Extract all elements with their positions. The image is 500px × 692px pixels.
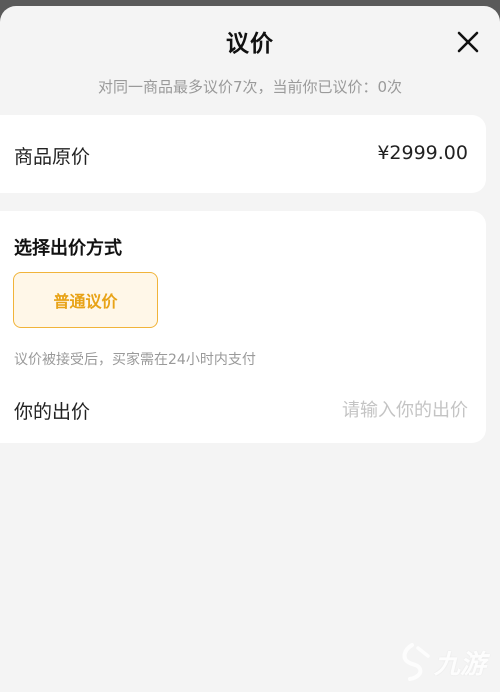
original-price-card: 商品原价 ¥2999.00 xyxy=(0,115,486,193)
watermark: 九游 xyxy=(398,642,486,682)
page-title: 议价 xyxy=(226,31,274,57)
bargain-sheet: 议价 对同一商品最多议价7次，当前你已议价：0次 商品原价 ¥2999.00 选… xyxy=(0,6,500,692)
offer-card: 选择出价方式 普通议价 议价被接受后，买家需在24小时内支付 你的出价 xyxy=(0,211,486,443)
close-icon xyxy=(457,31,479,53)
original-price-value: ¥2999.00 xyxy=(377,142,468,164)
offer-price-input[interactable] xyxy=(268,395,468,425)
watermark-text: 九游 xyxy=(433,649,486,680)
bargain-limit-notice: 对同一商品最多议价7次，当前你已议价：0次 xyxy=(97,78,403,96)
offer-method-title: 选择出价方式 xyxy=(14,238,122,259)
your-offer-label: 你的出价 xyxy=(14,401,91,423)
normal-bargain-option[interactable]: 普通议价 xyxy=(13,272,158,328)
original-price-label: 商品原价 xyxy=(14,146,91,168)
close-button[interactable] xyxy=(454,28,482,56)
sheet-header: 议价 对同一商品最多议价7次，当前你已议价：0次 xyxy=(0,6,500,116)
payment-hint: 议价被接受后，买家需在24小时内支付 xyxy=(14,352,256,368)
nine-game-logo-icon xyxy=(402,643,430,681)
